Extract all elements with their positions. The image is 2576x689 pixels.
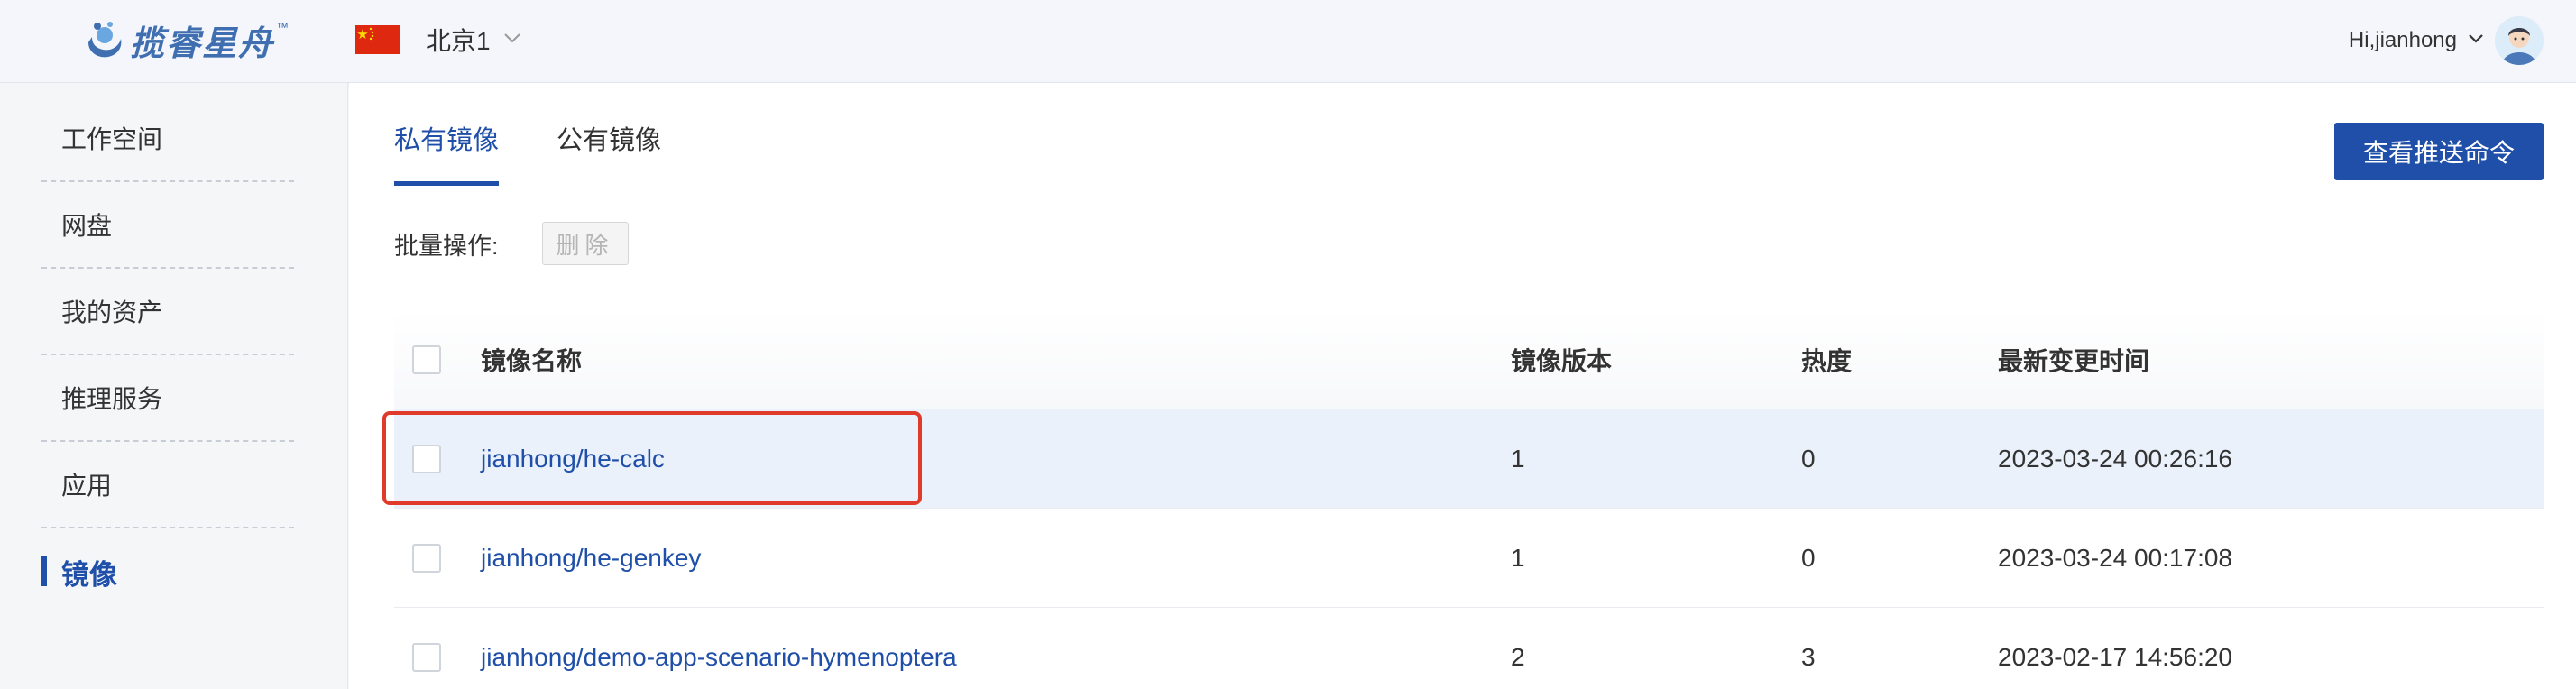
view-push-command-button[interactable]: 查看推送命令 <box>2334 123 2544 180</box>
image-updated-time: 2023-02-17 14:56:20 <box>1998 642 2232 671</box>
image-updated-time: 2023-03-24 00:17:08 <box>1998 543 2232 572</box>
logo[interactable]: 揽睿星舟 ™ <box>83 16 289 63</box>
table-header: 镜像名称 镜像版本 热度 最新变更时间 <box>394 310 2544 409</box>
image-heat: 0 <box>1801 444 1816 473</box>
logo-trademark: ™ <box>276 20 290 34</box>
sidebar-item-apps[interactable]: 应用 <box>41 442 294 528</box>
avatar[interactable] <box>2495 16 2544 65</box>
main-content: 私有镜像 公有镜像 查看推送命令 批量操作: 删除 镜像名称 镜像版本 热度 最… <box>349 83 2576 689</box>
image-name-link[interactable]: jianhong/he-genkey <box>481 544 701 572</box>
user-greeting: Hi,jianhong <box>2348 28 2457 52</box>
image-version: 1 <box>1511 444 1525 473</box>
top-header: 揽睿星舟 ™ 北京1 Hi,jianhong <box>0 0 2576 83</box>
tab-private-images[interactable]: 私有镜像 <box>394 119 500 188</box>
column-header-updated: 最新变更时间 <box>1998 346 2150 375</box>
region-selector[interactable]: 北京1 <box>355 22 521 58</box>
region-label: 北京1 <box>426 27 491 55</box>
select-all-checkbox[interactable] <box>412 344 441 374</box>
sidebar: 工作空间 网盘 我的资产 推理服务 应用 镜像 <box>0 83 348 689</box>
table-row: jianhong/he-calc 1 0 2023-03-24 00:26:16 <box>394 409 2544 509</box>
table-row: jianhong/demo-app-scenario-hymenoptera 2… <box>394 608 2544 689</box>
chevron-down-icon <box>2468 32 2484 49</box>
image-tabs: 私有镜像 公有镜像 <box>394 119 719 188</box>
image-heat: 0 <box>1801 543 1816 572</box>
sidebar-item-netdisk[interactable]: 网盘 <box>41 182 294 269</box>
row-checkbox[interactable] <box>412 543 441 573</box>
image-heat: 3 <box>1801 642 1816 671</box>
user-menu[interactable]: Hi,jianhong <box>2349 16 2544 65</box>
row-checkbox[interactable] <box>412 642 441 672</box>
table-row: jianhong/he-genkey 1 0 2023-03-24 00:17:… <box>394 509 2544 608</box>
logo-text: 揽睿星舟 <box>130 24 275 63</box>
batch-label: 批量操作: <box>394 232 499 260</box>
chevron-down-icon <box>503 32 521 49</box>
china-flag-icon <box>355 25 400 54</box>
sidebar-item-my-assets[interactable]: 我的资产 <box>41 269 294 355</box>
column-header-version: 镜像版本 <box>1511 346 1613 375</box>
batch-delete-button[interactable]: 删除 <box>541 222 629 265</box>
sidebar-item-images[interactable]: 镜像 <box>41 528 294 615</box>
sidebar-item-inference-service[interactable]: 推理服务 <box>41 355 294 442</box>
row-checkbox[interactable] <box>412 444 441 473</box>
sidebar-item-workspace[interactable]: 工作空间 <box>41 96 294 182</box>
image-version: 2 <box>1511 642 1525 671</box>
logo-icon <box>83 19 124 60</box>
image-name-link[interactable]: jianhong/demo-app-scenario-hymenoptera <box>481 643 957 671</box>
image-version: 1 <box>1511 543 1525 572</box>
column-header-heat: 热度 <box>1801 346 1853 375</box>
images-table: 镜像名称 镜像版本 热度 最新变更时间 jianhong/he-calc 1 0… <box>394 310 2544 689</box>
column-header-name: 镜像名称 <box>481 346 583 375</box>
tab-public-images[interactable]: 公有镜像 <box>557 119 661 188</box>
batch-operations: 批量操作: 删除 <box>394 222 629 265</box>
image-updated-time: 2023-03-24 00:26:16 <box>1998 444 2232 473</box>
image-name-link[interactable]: jianhong/he-calc <box>481 445 665 473</box>
